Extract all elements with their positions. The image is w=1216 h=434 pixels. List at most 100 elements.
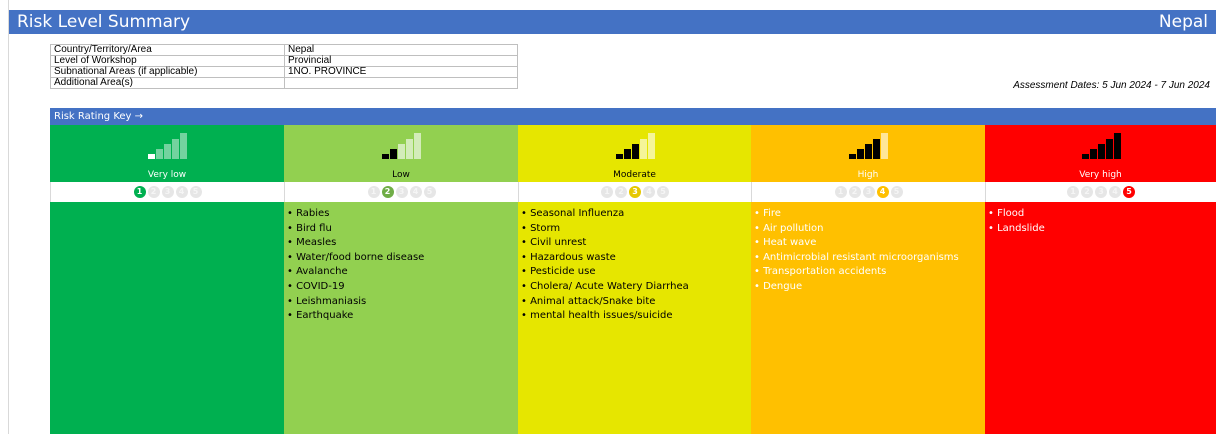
signal-bar bbox=[156, 149, 163, 159]
risk-item: • Hazardous waste bbox=[521, 251, 616, 263]
risk-item: • Pesticide use bbox=[521, 266, 596, 278]
signal-bar bbox=[180, 133, 187, 159]
risk-number-inactive: 3 bbox=[862, 186, 875, 198]
risk-number-row: 12345 bbox=[518, 182, 751, 202]
risk-number-inactive: 5 bbox=[657, 186, 669, 198]
info-value[interactable] bbox=[284, 77, 518, 89]
risk-number-inactive: 1 bbox=[1067, 186, 1079, 198]
signal-bars-icon bbox=[1081, 133, 1121, 159]
info-value[interactable]: Nepal bbox=[284, 44, 518, 56]
risk-number-active: 3 bbox=[629, 186, 641, 198]
risk-number-active: 1 bbox=[133, 186, 146, 198]
signal-bar bbox=[172, 139, 179, 159]
signal-bar bbox=[865, 144, 872, 159]
risk-number-row: 12345 bbox=[284, 182, 518, 202]
info-row: Additional Area(s) bbox=[50, 77, 518, 89]
risk-number-dots: 12345 bbox=[133, 186, 202, 198]
risk-number-inactive: 2 bbox=[1081, 186, 1093, 198]
signal-bar bbox=[164, 144, 171, 159]
risk-number-inactive: 2 bbox=[147, 186, 160, 198]
risk-level-label: Very high bbox=[1079, 170, 1122, 180]
info-label: Level of Workshop bbox=[50, 55, 285, 67]
risk-item-list: • Flood • Landslide bbox=[988, 207, 1045, 236]
risk-number-inactive: 4 bbox=[643, 186, 655, 198]
signal-bar bbox=[398, 144, 405, 159]
risk-column-header: Very low bbox=[50, 125, 284, 182]
risk-number-dots: 12345 bbox=[601, 186, 669, 198]
signal-bars-icon bbox=[849, 133, 888, 159]
info-value[interactable]: Provincial bbox=[284, 55, 518, 67]
risk-item: • Dengue bbox=[754, 280, 803, 292]
risk-level-label: Moderate bbox=[613, 170, 656, 180]
risk-number-inactive: 3 bbox=[1095, 186, 1107, 198]
signal-bar bbox=[1097, 144, 1105, 159]
risk-number-inactive: 5 bbox=[189, 186, 202, 198]
info-label: Subnational Areas (if applicable) bbox=[50, 66, 285, 78]
risk-item: • Rabies bbox=[287, 208, 330, 219]
risk-number-active: 4 bbox=[876, 186, 889, 198]
risk-column-header: Low bbox=[284, 125, 518, 182]
country-name: Nepal bbox=[1158, 12, 1208, 32]
risk-item: • Landslide bbox=[988, 222, 1045, 234]
risk-item: • Avalanche bbox=[287, 266, 348, 278]
workshop-info-table: Country/Territory/Area Nepal Level of Wo… bbox=[50, 44, 518, 89]
risk-item: • Measles bbox=[287, 237, 337, 249]
risk-item: • Storm bbox=[521, 222, 561, 234]
signal-bar bbox=[1081, 154, 1089, 159]
risk-number-inactive: 2 bbox=[848, 186, 861, 198]
risk-number-inactive: 1 bbox=[834, 186, 847, 198]
risk-item-list: • Rabies • Bird flu • Measles • Water/food … bbox=[287, 207, 424, 324]
risk-column-very-low: Very low 1 2 3 4 5 bbox=[50, 125, 284, 434]
risk-rating-key-bar: Risk Rating Key → bbox=[50, 108, 1216, 125]
risk-number-dots: 12345 bbox=[1067, 186, 1135, 198]
title-bar: Risk Level Summary Nepal bbox=[9, 10, 1216, 34]
risk-item: • mental health issues/suicide bbox=[521, 310, 673, 322]
risk-number-inactive: 3 bbox=[161, 186, 174, 198]
risk-item: • Seasonal Influenza bbox=[521, 208, 625, 219]
risk-level-columns: Very low 1 2 3 4 5 Low 1 2 3 4 5 • Rabies • Bird flu •… bbox=[50, 125, 1216, 434]
signal-bars-icon bbox=[615, 133, 655, 159]
row-gutter bbox=[0, 0, 9, 434]
signal-bar bbox=[406, 139, 413, 159]
risk-number-row: 12345 bbox=[50, 182, 284, 202]
risk-number-inactive: 5 bbox=[423, 186, 436, 198]
risk-item: • Animal attack/Snake bite bbox=[521, 295, 656, 307]
risk-item: • Water/food borne disease bbox=[287, 251, 425, 263]
risk-number-row: 12345 bbox=[751, 182, 985, 202]
signal-bar bbox=[647, 133, 655, 159]
risk-number-inactive: 3 bbox=[395, 186, 408, 198]
signal-bar bbox=[639, 139, 647, 159]
risk-level-label: Low bbox=[392, 170, 410, 180]
signal-bars-icon bbox=[148, 133, 187, 159]
risk-item: • Transportation accidents bbox=[754, 266, 887, 278]
info-row: Subnational Areas (if applicable) 1NO. P… bbox=[50, 66, 518, 78]
signal-bar bbox=[881, 133, 888, 159]
info-label: Country/Territory/Area bbox=[50, 44, 285, 56]
signal-bar bbox=[873, 139, 880, 159]
risk-item: • Air pollution bbox=[754, 222, 824, 234]
risk-item: • Leishmaniasis bbox=[287, 295, 367, 307]
signal-bar bbox=[414, 133, 421, 159]
risk-item: • Flood bbox=[988, 208, 1025, 219]
risk-column-low: Low 1 2 3 4 5 • Rabies • Bird flu • Measles • Wat… bbox=[284, 125, 518, 434]
risk-rating-key-label: Risk Rating Key → bbox=[54, 111, 144, 122]
risk-column-header: Very high bbox=[985, 125, 1216, 182]
risk-item-list: • Fire • Air pollution • Heat wave • Antimi… bbox=[754, 207, 959, 295]
signal-bar bbox=[615, 154, 623, 159]
risk-number-inactive: 4 bbox=[1109, 186, 1121, 198]
assessment-dates: Assessment Dates: 5 Jun 2024 - 7 Jun 202… bbox=[1013, 80, 1210, 91]
risk-column-header: Moderate bbox=[518, 125, 751, 182]
risk-item: • Civil unrest bbox=[521, 237, 587, 249]
risk-level-label: High bbox=[857, 170, 879, 180]
info-value[interactable]: 1NO. PROVINCE bbox=[284, 66, 518, 78]
risk-item: • Fire bbox=[754, 208, 781, 219]
risk-number-inactive: 5 bbox=[890, 186, 903, 198]
info-label: Additional Area(s) bbox=[50, 77, 285, 89]
signal-bars-icon bbox=[382, 133, 421, 159]
risk-item-list: • Seasonal Influenza • Storm • Civil unres… bbox=[521, 207, 689, 324]
risk-column-header: High bbox=[751, 125, 985, 182]
risk-item: • Cholera/ Acute Watery Diarrhea bbox=[521, 280, 689, 292]
risk-number-dots: 12345 bbox=[367, 186, 436, 198]
risk-number-inactive: 4 bbox=[409, 186, 422, 198]
risk-number-row: 12345 bbox=[985, 182, 1216, 202]
